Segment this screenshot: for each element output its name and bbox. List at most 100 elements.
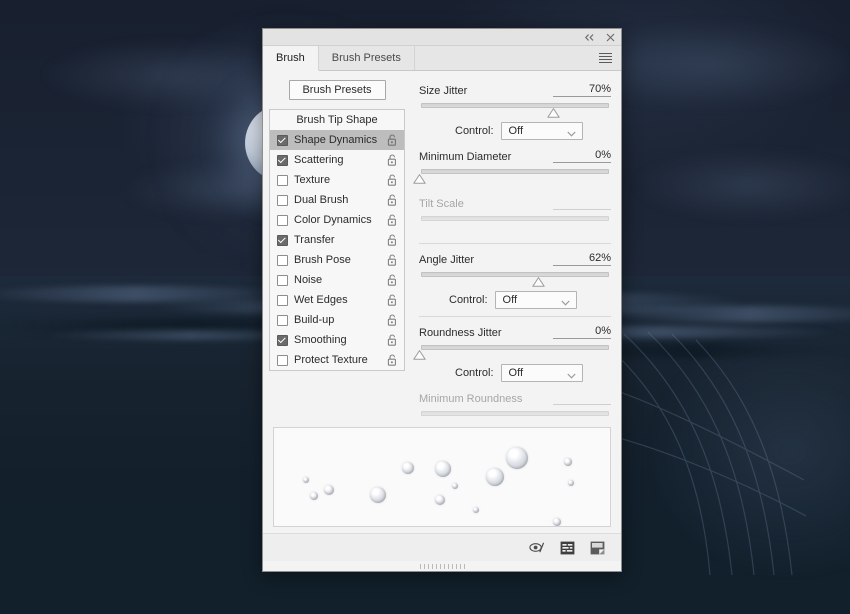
list-item[interactable]: Wet Edges (270, 290, 404, 310)
list-item-label: Shape Dynamics (294, 134, 381, 146)
size-jitter-value[interactable]: 70% (553, 83, 611, 97)
checkbox-icon[interactable] (277, 155, 288, 166)
resize-grip[interactable] (263, 561, 621, 571)
list-item-label: Brush Pose (294, 254, 381, 266)
list-item[interactable]: Transfer (270, 230, 404, 250)
roundness-jitter-value[interactable]: 0% (553, 325, 611, 339)
checkbox-icon[interactable] (277, 255, 288, 266)
checkbox-icon[interactable] (277, 275, 288, 286)
roundness-control-select[interactable]: Off (501, 364, 583, 382)
brush-options-column: Brush Presets Brush Tip Shape Shape Dyna… (263, 71, 411, 427)
checkbox-icon[interactable] (277, 175, 288, 186)
checkbox-icon[interactable] (277, 135, 288, 146)
panel-tabstrip[interactable]: Brush Brush Presets (263, 46, 621, 71)
angle-control-value: Off (503, 294, 517, 306)
fin-ribs (590, 330, 810, 580)
minimum-diameter-control: Minimum Diameter 0% (419, 147, 611, 182)
unlocked-padlock-icon[interactable] (387, 214, 398, 226)
list-item[interactable]: Scattering (270, 150, 404, 170)
list-item[interactable]: Color Dynamics (270, 210, 404, 230)
double-chevron-left-icon[interactable] (583, 31, 595, 43)
slider-thumb[interactable] (532, 277, 545, 287)
brush-dab (310, 492, 318, 500)
hamburger-menu-icon[interactable] (590, 46, 621, 70)
angle-control-label: Control: (449, 294, 488, 306)
roundness-control-row: Control: Off (419, 364, 611, 382)
roundness-jitter-slider[interactable] (419, 344, 611, 358)
tab-brush[interactable]: Brush (263, 46, 319, 71)
size-jitter-label: Size Jitter (419, 85, 467, 97)
slider-thumb[interactable] (547, 108, 560, 118)
angle-control-select[interactable]: Off (495, 291, 577, 309)
angle-jitter-label: Angle Jitter (419, 254, 474, 266)
close-icon[interactable] (604, 31, 616, 43)
slider-track (421, 345, 609, 350)
brush-dab (370, 487, 386, 503)
checkbox-icon[interactable] (277, 195, 288, 206)
open-preset-manager-icon[interactable] (559, 540, 575, 556)
minimum-roundness-value (553, 403, 611, 405)
angle-jitter-value[interactable]: 62% (553, 252, 611, 266)
unlocked-padlock-icon[interactable] (387, 294, 398, 306)
roundness-control-label: Control: (455, 367, 494, 379)
shape-dynamics-controls: Size Jitter 70% Control: Off (411, 71, 621, 427)
size-jitter-slider[interactable] (419, 102, 611, 116)
unlocked-padlock-icon[interactable] (387, 194, 398, 206)
brush-dab (402, 462, 414, 474)
unlocked-padlock-icon[interactable] (387, 134, 398, 146)
tab-brush-presets[interactable]: Brush Presets (319, 46, 415, 70)
unlocked-padlock-icon[interactable] (387, 314, 398, 326)
unlocked-padlock-icon[interactable] (387, 154, 398, 166)
minimum-diameter-value[interactable]: 0% (553, 149, 611, 163)
checkbox-icon[interactable] (277, 235, 288, 246)
chevron-down-icon (567, 128, 576, 140)
list-item-label: Scattering (294, 154, 381, 166)
slider-track (421, 103, 609, 108)
list-item[interactable]: Dual Brush (270, 190, 404, 210)
brush-presets-button[interactable]: Brush Presets (289, 80, 386, 100)
toggle-live-brush-tip-preview-icon[interactable] (529, 540, 545, 556)
list-item-brush-tip-shape[interactable]: Brush Tip Shape (270, 110, 404, 130)
brush-presets-button-label: Brush Presets (302, 84, 371, 96)
angle-jitter-slider[interactable] (419, 271, 611, 285)
unlocked-padlock-icon[interactable] (387, 234, 398, 246)
list-item[interactable]: Texture (270, 170, 404, 190)
list-item[interactable]: Brush Pose (270, 250, 404, 270)
roundness-jitter-label: Roundness Jitter (419, 327, 502, 339)
checkbox-icon[interactable] (277, 295, 288, 306)
create-new-brush-icon[interactable] (589, 540, 605, 556)
brush-dab (506, 447, 528, 469)
list-item[interactable]: Smoothing (270, 330, 404, 350)
list-item-label: Smoothing (294, 334, 381, 346)
size-control-select[interactable]: Off (501, 122, 583, 140)
list-item[interactable]: Protect Texture (270, 350, 404, 370)
checkbox-icon[interactable] (277, 315, 288, 326)
checkbox-icon[interactable] (277, 355, 288, 366)
brush-dab (553, 518, 561, 526)
unlocked-padlock-icon[interactable] (387, 254, 398, 266)
minimum-diameter-slider[interactable] (419, 168, 611, 182)
chevron-down-icon (561, 297, 570, 309)
list-item[interactable]: Noise (270, 270, 404, 290)
list-item[interactable]: Build-up (270, 310, 404, 330)
tilt-scale-label: Tilt Scale (419, 198, 464, 210)
size-control-value: Off (509, 125, 523, 137)
unlocked-padlock-icon[interactable] (387, 174, 398, 186)
checkbox-icon[interactable] (277, 335, 288, 346)
preview-container (263, 427, 621, 527)
brush-options-list[interactable]: Brush Tip Shape Shape Dynamics Scattering… (269, 109, 405, 371)
unlocked-padlock-icon[interactable] (387, 334, 398, 346)
checkbox-icon[interactable] (277, 215, 288, 226)
unlocked-padlock-icon[interactable] (387, 354, 398, 366)
slider-thumb[interactable] (413, 350, 426, 360)
list-item[interactable]: Shape Dynamics (270, 130, 404, 150)
minimum-roundness-control: Minimum Roundness (419, 389, 611, 424)
slider-thumb[interactable] (413, 174, 426, 184)
tilt-scale-value (553, 208, 611, 210)
brush-dab (568, 480, 574, 486)
chevron-down-icon (567, 370, 576, 382)
tab-brush-label: Brush (276, 52, 305, 64)
brush-panel[interactable]: Brush Brush Presets Brush Presets Brush … (262, 28, 622, 572)
unlocked-padlock-icon[interactable] (387, 274, 398, 286)
slider-track (421, 411, 609, 416)
